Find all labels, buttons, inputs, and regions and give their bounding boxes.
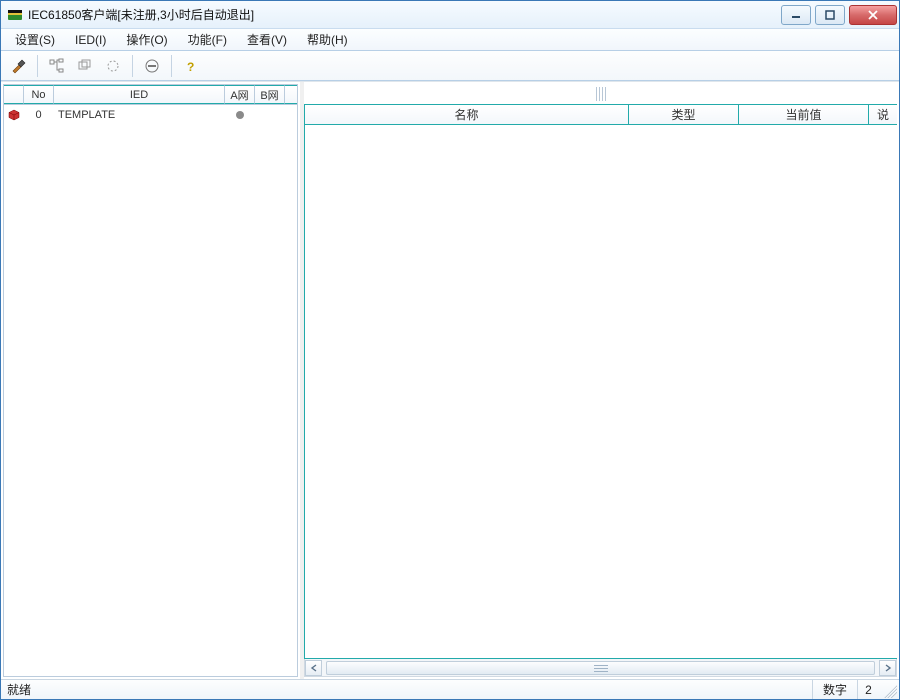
grip-icon xyxy=(594,664,608,672)
header-type[interactable]: 类型 xyxy=(629,105,739,124)
title-bar: IEC61850客户端[未注册,3小时后自动退出] xyxy=(1,1,899,29)
question-icon: ? xyxy=(183,58,199,74)
scrollbar-thumb[interactable] xyxy=(326,661,875,675)
data-table-header: 名称 类型 当前值 说 xyxy=(305,105,897,125)
windows-button[interactable] xyxy=(72,54,98,78)
ied-header-ied[interactable]: IED xyxy=(54,85,225,104)
grip-icon xyxy=(596,87,606,101)
data-table-body xyxy=(305,125,897,658)
ied-header-no[interactable]: No xyxy=(24,85,54,104)
ied-header-extra[interactable] xyxy=(285,85,297,104)
chevron-left-icon xyxy=(310,664,318,672)
ied-row-extra xyxy=(285,105,297,125)
windows-icon xyxy=(77,58,93,74)
status-number: 2 xyxy=(857,680,879,699)
scrollbar-track[interactable] xyxy=(322,660,879,676)
tree-icon xyxy=(49,58,65,74)
ied-table-header: No IED A网 B网 xyxy=(4,85,297,105)
maximize-button[interactable] xyxy=(815,5,845,25)
status-bar: 就绪 数字 2 xyxy=(1,679,899,699)
resize-grip[interactable] xyxy=(881,682,897,698)
data-table: 名称 类型 当前值 说 xyxy=(304,104,897,659)
scroll-left-button[interactable] xyxy=(305,660,322,676)
status-dot-icon xyxy=(236,111,244,119)
circle-arrows-button[interactable] xyxy=(100,54,126,78)
close-button[interactable] xyxy=(849,5,897,25)
menu-view[interactable]: 查看(V) xyxy=(239,29,295,50)
ied-header-bnet[interactable]: B网 xyxy=(255,85,285,104)
menu-operate[interactable]: 操作(O) xyxy=(118,29,175,50)
svg-text:?: ? xyxy=(187,60,194,74)
tree-button[interactable] xyxy=(44,54,70,78)
ied-pane: No IED A网 B网 0 TEMPLATE xyxy=(3,84,298,677)
toolbar-separator xyxy=(132,55,133,77)
header-extra[interactable]: 说 xyxy=(869,105,897,124)
scroll-right-button[interactable] xyxy=(879,660,896,676)
hammer-button[interactable] xyxy=(5,54,31,78)
header-name[interactable]: 名称 xyxy=(305,105,629,124)
toolbar-separator xyxy=(37,55,38,77)
status-numlock: 数字 xyxy=(812,680,857,699)
horizontal-scrollbar[interactable] xyxy=(304,659,897,677)
app-icon xyxy=(7,7,23,23)
chevron-right-icon xyxy=(884,664,892,672)
hammer-icon xyxy=(10,58,26,74)
window-title: IEC61850客户端[未注册,3小时后自动退出] xyxy=(28,6,781,23)
status-ready: 就绪 xyxy=(1,681,812,698)
menu-settings[interactable]: 设置(S) xyxy=(7,29,63,50)
ied-table-body: 0 TEMPLATE xyxy=(4,105,297,676)
minimize-button[interactable] xyxy=(781,5,811,25)
table-row[interactable]: 0 TEMPLATE xyxy=(4,105,297,125)
circle-arrows-icon xyxy=(105,58,121,74)
ied-row-icon xyxy=(4,105,24,125)
menu-ied[interactable]: IED(I) xyxy=(67,31,114,49)
menu-bar: 设置(S) IED(I) 操作(O) 功能(F) 查看(V) 帮助(H) xyxy=(1,29,899,51)
pane-handle[interactable] xyxy=(304,84,897,104)
menu-function[interactable]: 功能(F) xyxy=(180,29,235,50)
ied-row-bnet xyxy=(255,105,285,125)
ied-header-icon[interactable] xyxy=(4,85,24,104)
minus-circle-icon xyxy=(144,58,160,74)
toolbar: ? xyxy=(1,51,899,81)
right-pane: 名称 类型 当前值 说 xyxy=(304,84,897,677)
cube-icon xyxy=(8,109,20,121)
header-value[interactable]: 当前值 xyxy=(739,105,869,124)
ied-row-no: 0 xyxy=(24,105,54,125)
menu-help[interactable]: 帮助(H) xyxy=(299,29,356,50)
main-area: No IED A网 B网 0 TEMPLATE xyxy=(1,81,899,679)
minus-circle-button[interactable] xyxy=(139,54,165,78)
ied-row-name: TEMPLATE xyxy=(54,105,225,125)
help-button[interactable]: ? xyxy=(178,54,204,78)
ied-header-anet[interactable]: A网 xyxy=(225,85,255,104)
toolbar-separator xyxy=(171,55,172,77)
ied-row-anet xyxy=(225,105,255,125)
